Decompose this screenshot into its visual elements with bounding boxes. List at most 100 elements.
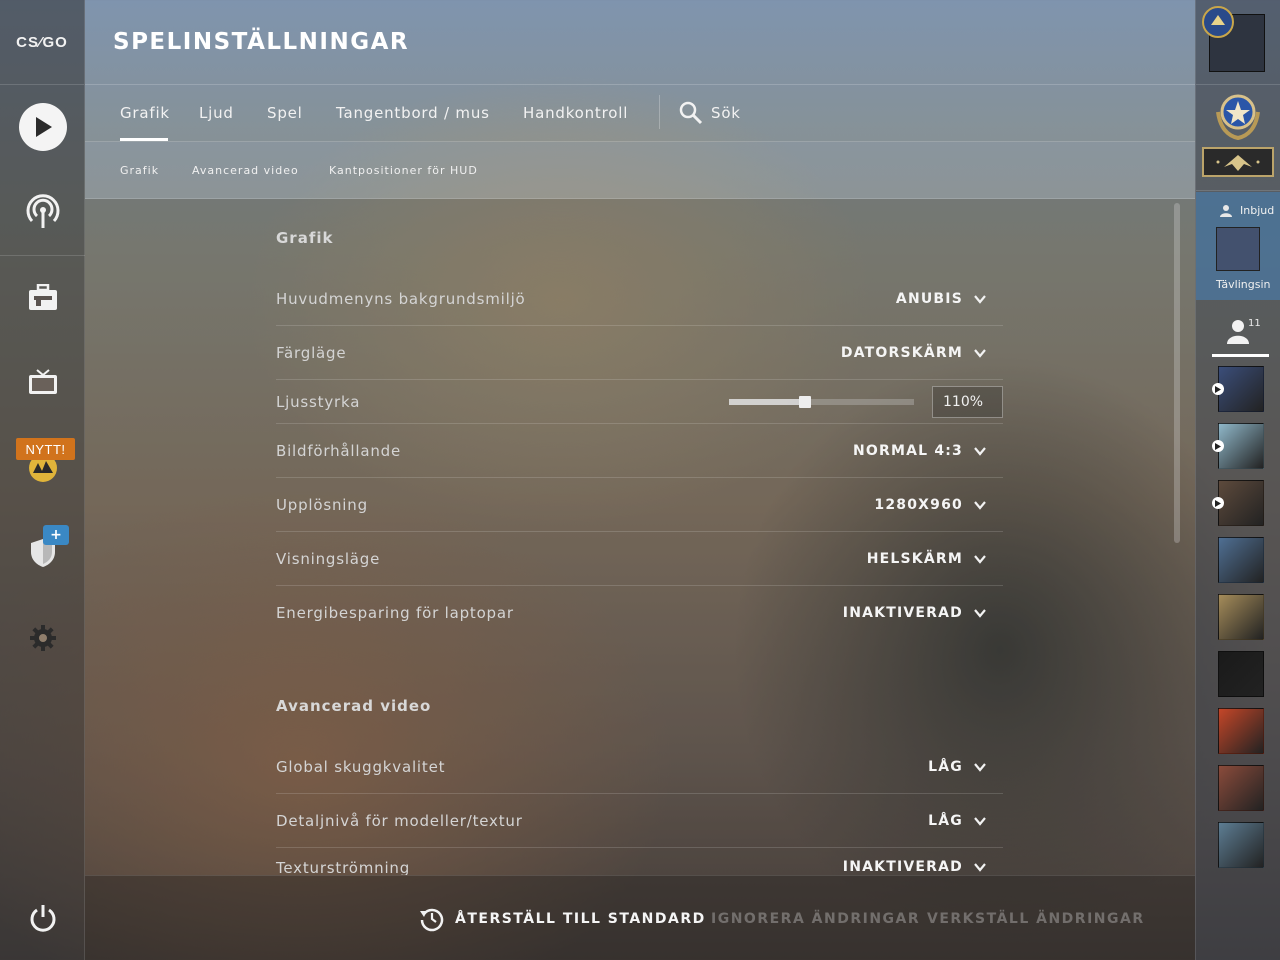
texture-streaming-dropdown[interactable]: INAKTIVERAD [843, 859, 1003, 875]
settings-button[interactable] [0, 608, 85, 668]
section-title-advanced-video: Avancerad video [276, 697, 432, 715]
tab-keyboard-mouse[interactable]: Tangentbord / mus [336, 85, 490, 141]
chevron-down-icon [974, 609, 986, 618]
setting-row: Detaljnivå för modeller/textur LÅG [276, 794, 1003, 848]
model-texture-detail-dropdown[interactable]: LÅG [928, 813, 1003, 829]
discard-changes-button[interactable]: IGNORERA ÄNDRINGAR [711, 876, 920, 960]
tab-divider [659, 95, 660, 129]
tab-label: Spel [267, 104, 303, 122]
aspect-ratio-dropdown[interactable]: NORMAL 4:3 [853, 443, 1003, 459]
in-game-play-icon [1212, 497, 1224, 509]
friend-avatar[interactable] [1218, 537, 1264, 583]
competitive-label: Tävlingsin [1216, 278, 1271, 291]
friend-avatar[interactable] [1218, 423, 1264, 469]
tab-label: Handkontroll [523, 104, 629, 122]
chevron-down-icon [974, 446, 986, 456]
slider-fill [729, 398, 805, 405]
friend-avatar[interactable] [1218, 366, 1264, 412]
setting-row: Huvudmenyns bakgrundsmiljö ANUBIS [276, 273, 1003, 326]
setting-row: Energibesparing för laptopar INAKTIVERAD [276, 586, 1003, 640]
chevron-down-icon [974, 295, 986, 304]
play-button[interactable] [0, 97, 85, 157]
subtab-grafik[interactable]: Grafik [120, 142, 159, 198]
play-icon [18, 103, 67, 151]
tab-controller[interactable]: Handkontroll [523, 85, 628, 141]
dropdown-value: LÅG [928, 758, 963, 775]
setting-label: Detaljnivå för modeller/textur [276, 811, 523, 830]
display-mode-dropdown[interactable]: HELSKÄRM [867, 551, 1003, 567]
scrollbar[interactable] [1174, 203, 1180, 543]
friend-avatar[interactable] [1218, 594, 1264, 640]
dropdown-value: DATORSKÄRM [840, 344, 963, 361]
friend-avatar[interactable] [1218, 765, 1264, 811]
settings-tabs: Grafik Ljud Spel Tangentbord / mus Handk… [85, 85, 1195, 142]
resolution-dropdown[interactable]: 1280X960 [874, 497, 1003, 513]
brightness-value-input[interactable]: 110% [932, 385, 1003, 418]
setting-label: Upplösning [276, 495, 368, 514]
lobby-avatar [1216, 227, 1260, 271]
shadow-quality-dropdown[interactable]: LÅG [928, 759, 1003, 775]
chevron-down-icon [974, 500, 986, 510]
subtab-advanced-video[interactable]: Avancerad video [192, 142, 299, 198]
invite-label: Inbjud [1240, 204, 1275, 217]
setting-row: Global skuggkvalitet LÅG [276, 740, 1003, 794]
setting-label: Visningsläge [276, 549, 381, 568]
friend-avatar[interactable] [1218, 822, 1264, 868]
setting-row: Färgläge DATORSKÄRM [276, 326, 1003, 380]
brightness-control: 110% [729, 385, 1003, 418]
tab-spel[interactable]: Spel [267, 85, 303, 141]
apply-changes-button[interactable]: VERKSTÄLL ÄNDRINGAR [927, 876, 1145, 960]
friend-avatar[interactable] [1218, 480, 1264, 526]
inventory-button[interactable] [0, 268, 85, 328]
watch-button[interactable] [0, 353, 85, 413]
power-button[interactable] [0, 888, 85, 948]
team-icon [1220, 205, 1232, 217]
tab-label: Grafik [120, 104, 170, 122]
chevron-down-icon [974, 863, 986, 872]
brightness-slider[interactable] [729, 395, 914, 408]
bottom-action-bar: ÅTERSTÄLL TILL STANDARD IGNORERA ÄNDRING… [85, 875, 1195, 960]
setting-label: Färgläge [276, 343, 347, 362]
tab-grafik[interactable]: Grafik [120, 85, 170, 141]
color-mode-dropdown[interactable]: DATORSKÄRM [841, 345, 1003, 361]
friends-icon[interactable] [1226, 319, 1250, 345]
settings-subtabs: Grafik Avancerad video Kantpositioner fö… [85, 142, 1195, 199]
setting-label: Huvudmenyns bakgrundsmiljö [276, 290, 526, 308]
laptop-power-saving-dropdown[interactable]: INAKTIVERAD [843, 605, 1003, 621]
invite-panel[interactable]: Inbjud Tävlingsin [1196, 192, 1280, 300]
chevron-down-icon [974, 554, 986, 564]
rank-badge-icon [1202, 6, 1234, 38]
tv-icon [28, 369, 57, 394]
tab-ljud[interactable]: Ljud [199, 85, 234, 141]
tab-label: Tangentbord / mus [336, 104, 490, 122]
dropdown-value: INAKTIVERAD [842, 859, 963, 875]
service-medal-icon [1216, 94, 1260, 140]
setting-label: Ljusstyrka [276, 392, 361, 411]
setting-row: Bildförhållande NORMAL 4:3 [276, 424, 1003, 478]
dropdown-value: INAKTIVERAD [842, 605, 963, 621]
broadcast-icon [26, 194, 59, 228]
dropdown-value: 1280X960 [874, 496, 963, 513]
slider-thumb[interactable] [799, 395, 811, 408]
chevron-down-icon [974, 816, 986, 826]
setting-row: Texturströmning INAKTIVERAD [276, 859, 1003, 875]
skill-group-badge[interactable] [1202, 147, 1274, 177]
friend-avatar[interactable] [1218, 651, 1264, 697]
briefcase-icon [28, 284, 57, 310]
reset-label: ÅTERSTÄLL TILL STANDARD [455, 910, 706, 927]
csgo-logo[interactable]: CS⁄GO [0, 0, 84, 85]
subtab-hud-edges[interactable]: Kantpositioner för HUD [329, 142, 478, 198]
menu-background-dropdown[interactable]: ANUBIS [896, 291, 1003, 307]
history-icon [420, 908, 444, 931]
plus-badge: + [43, 525, 69, 545]
in-game-play-icon [1212, 440, 1224, 452]
dropdown-value: HELSKÄRM [866, 550, 963, 567]
power-icon [30, 905, 55, 932]
setting-label: Global skuggkvalitet [276, 757, 446, 776]
friend-avatar[interactable] [1218, 708, 1264, 754]
tab-label: Ljud [199, 104, 234, 122]
page-title: SPELINSTÄLLNINGAR [113, 29, 410, 55]
search-button[interactable]: Sök [679, 85, 741, 141]
reset-defaults-button[interactable]: ÅTERSTÄLL TILL STANDARD [419, 876, 706, 960]
broadcast-button[interactable] [0, 182, 85, 242]
